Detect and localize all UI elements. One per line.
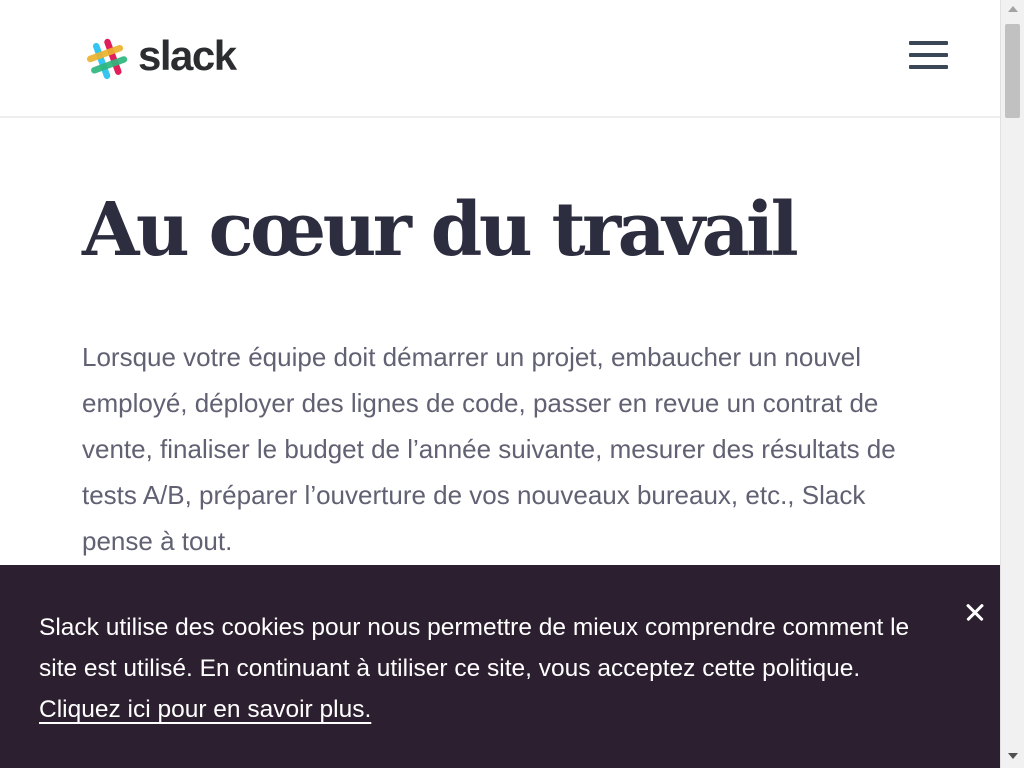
- page-viewport: slack Au cœur du travail Lorsque votre é…: [0, 0, 1000, 768]
- scrollbar-thumb[interactable]: [1005, 24, 1020, 118]
- slack-logo[interactable]: slack: [84, 32, 237, 82]
- close-icon[interactable]: [963, 601, 987, 625]
- slack-hash-logo-icon: [86, 38, 128, 80]
- cookie-learn-more-link[interactable]: Cliquez ici pour en savoir plus.: [39, 696, 371, 723]
- scroll-up-arrow-icon[interactable]: [1008, 6, 1018, 12]
- menu-line: [909, 65, 948, 69]
- hero-title: Au cœur du travail: [82, 187, 799, 273]
- menu-line: [909, 53, 948, 57]
- cookie-text: Slack utilise des cookies pour nous perm…: [39, 614, 910, 682]
- cookie-banner: Slack utilise des cookies pour nous perm…: [0, 565, 1000, 768]
- logo-wordmark: slack: [138, 32, 237, 79]
- menu-line: [909, 41, 948, 45]
- hero-description: Lorsque votre équipe doit démarrer un pr…: [82, 342, 896, 556]
- cookie-message: Slack utilise des cookies pour nous perm…: [39, 607, 939, 730]
- scroll-down-arrow-icon[interactable]: [1008, 753, 1018, 759]
- hamburger-menu-icon[interactable]: [906, 38, 950, 74]
- site-header: slack: [0, 0, 1000, 118]
- vertical-scrollbar[interactable]: [1000, 0, 1024, 768]
